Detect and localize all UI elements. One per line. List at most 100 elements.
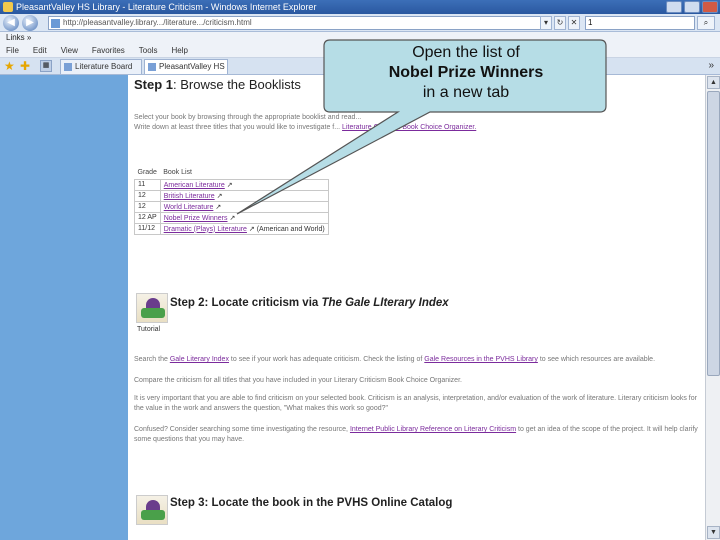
scroll-up-arrow-icon[interactable]: ▲ (707, 76, 720, 89)
tutorial-link[interactable]: Tutorial (137, 326, 160, 333)
url-text: http://pleasantvalley.library.../literat… (63, 18, 252, 27)
step2-paragraph-3: It is very important that you are able t… (134, 395, 697, 412)
menu-view[interactable]: View (61, 44, 78, 57)
para-text: to see which resources are available. (537, 356, 656, 363)
para-text: to see if your work has adequate critici… (228, 356, 425, 363)
external-link-icon: ↗ (248, 225, 255, 233)
tab-label: PleasantValley HS Library (159, 62, 227, 71)
callout-text: Open the list of Nobel Prize Winners in … (328, 43, 604, 103)
ipl-literary-criticism-link[interactable]: Internet Public Library Reference on Lit… (350, 426, 516, 433)
address-bar-icons: ▾ ↻ ✕ (540, 16, 580, 30)
tab-label: Literature Board (75, 62, 133, 71)
american-literature-link[interactable]: American Literature (164, 182, 225, 189)
table-row: 11/12 Dramatic (Plays) Literature ↗ (Ame… (134, 222, 329, 235)
table-row: 12 AP Nobel Prize Winners ↗ (134, 211, 329, 224)
step2-heading: Step 2: Locate criticism via The Gale LI… (170, 297, 449, 309)
scroll-down-arrow-icon[interactable]: ▼ (707, 526, 720, 539)
grade-cell: 12 (134, 200, 161, 213)
nobel-prize-winners-link[interactable]: Nobel Prize Winners (164, 215, 228, 222)
refresh-icon[interactable]: ↻ (554, 16, 566, 30)
stop-icon[interactable]: ✕ (568, 16, 580, 30)
menu-favorites[interactable]: Favorites (92, 44, 125, 57)
step2-paragraph-4: Confused? Consider searching some time i… (134, 425, 700, 445)
gale-resources-link[interactable]: Gale Resources in the PVHS Library (424, 356, 538, 363)
grade-cell: 12 (134, 189, 161, 202)
book-list-cell: World Literature ↗ (159, 200, 329, 213)
search-icon[interactable]: ⌕ (697, 16, 715, 30)
instructions-text: Write down at least three titles that yo… (134, 124, 341, 131)
column-header-grade: Grade (137, 169, 157, 177)
british-literature-link[interactable]: British Literature (164, 193, 215, 200)
tutorial-reader-icon[interactable] (136, 293, 168, 323)
dramatic-note: (American and World) (256, 225, 325, 233)
step1-instructions-1: Select your book by browsing through the… (134, 114, 362, 121)
window-title: PleasantValley HS Library - Literature C… (16, 2, 317, 12)
book-list-cell: Nobel Prize Winners ↗ (159, 211, 329, 224)
dramatic-literature-link[interactable]: Dramatic (Plays) Literature (164, 226, 247, 233)
page-content: Step 1: Browse the Booklists Select your… (0, 75, 705, 540)
grade-cell: 12 AP (134, 211, 161, 224)
favorites-star-icon[interactable]: ★ (4, 60, 16, 72)
step1-instructions-2: Write down at least three titles that yo… (134, 123, 476, 133)
menu-tools[interactable]: Tools (139, 44, 158, 57)
links-label[interactable]: Links » (6, 33, 31, 42)
table-row: 11 American Literature ↗ (134, 178, 329, 191)
table-row: 12 British Literature ↗ (134, 189, 329, 202)
external-link-icon: ↗ (229, 214, 236, 222)
book-list-cell: Dramatic (Plays) Literature ↗ (American … (159, 222, 329, 235)
step2-heading-italic: The Gale LIterary Index (321, 297, 449, 309)
tab-literature-board[interactable]: Literature Board (60, 59, 142, 74)
world-literature-link[interactable]: World Literature (164, 204, 214, 211)
address-bar: ◀ ▶ http://pleasantvalley.library.../lit… (0, 14, 720, 32)
step1-number: Step 1 (134, 77, 174, 92)
minimize-button[interactable] (666, 1, 682, 13)
reader-icon[interactable] (136, 495, 168, 525)
sidebar (0, 75, 128, 540)
external-link-icon: ↗ (226, 181, 233, 189)
close-button[interactable] (702, 1, 718, 13)
external-link-icon: ↗ (215, 203, 222, 211)
quick-tabs-icon[interactable]: ▦ (40, 60, 52, 72)
column-header-book-list: Book List (163, 169, 192, 177)
dropdown-icon[interactable]: ▾ (540, 16, 552, 30)
para-text: Search the (134, 356, 170, 363)
menu-file[interactable]: File (6, 44, 19, 57)
add-favorites-icon[interactable]: ✚ (20, 60, 32, 72)
page-icon (148, 63, 156, 71)
chevron-right-icon[interactable]: » (708, 60, 714, 71)
callout-line-2: Nobel Prize Winners (388, 64, 544, 81)
book-list-cell: British Literature ↗ (159, 189, 329, 202)
search-input[interactable]: 1 (585, 16, 695, 30)
main-content: Step 1: Browse the Booklists Select your… (134, 75, 705, 540)
tab-pleasantvalley[interactable]: PleasantValley HS Library (144, 59, 228, 74)
booklist-table: Grade Book List 11 American Literature ↗… (134, 167, 329, 235)
step1-heading: Step 1: Browse the Booklists (134, 77, 301, 92)
search-value: 1 (588, 18, 593, 27)
step3-heading: Step 3: Locate the book in the PVHS Onli… (170, 497, 453, 509)
organizer-link[interactable]: Literature Criticism Book Choice Organiz… (342, 124, 476, 131)
gale-literary-index-link[interactable]: Gale Literary Index (170, 356, 229, 363)
window-titlebar: PleasantValley HS Library - Literature C… (0, 0, 720, 14)
step2-paragraph-2: Compare the criticism for all titles tha… (134, 377, 462, 384)
grade-cell: 11/12 (134, 222, 161, 235)
grade-cell: 11 (134, 178, 161, 191)
page-icon (51, 19, 60, 28)
forward-arrow-icon[interactable]: ▶ (22, 15, 38, 31)
vertical-scrollbar[interactable]: ▲ ▼ (705, 75, 720, 540)
step1-title: : Browse the Booklists (173, 77, 301, 92)
step2-paragraph-1: Search the Gale Literary Index to see if… (134, 355, 700, 365)
para-text: Confused? Consider searching some time i… (134, 426, 350, 433)
back-arrow-icon[interactable]: ◀ (3, 15, 19, 31)
menu-help[interactable]: Help (171, 44, 187, 57)
page-icon (64, 63, 72, 71)
callout-line-3: in a new tab (422, 84, 510, 101)
callout-line-1: Open the list of (412, 44, 520, 61)
book-list-cell: American Literature ↗ (159, 178, 329, 191)
step2-heading-text: Step 2: Locate criticism via (170, 297, 322, 309)
scrollbar-thumb[interactable] (707, 91, 720, 376)
maximize-button[interactable] (684, 1, 700, 13)
menu-edit[interactable]: Edit (33, 44, 47, 57)
table-row: 12 World Literature ↗ (134, 200, 329, 213)
url-input[interactable]: http://pleasantvalley.library.../literat… (48, 16, 548, 30)
external-link-icon: ↗ (216, 192, 223, 200)
